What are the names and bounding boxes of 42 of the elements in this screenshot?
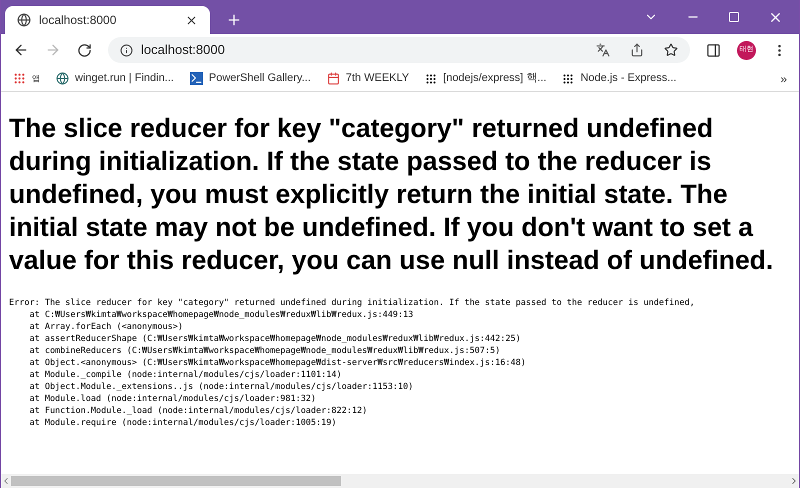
bookmark[interactable]: [nodejs/express] 핵...: [425, 70, 546, 87]
maximize-icon[interactable]: [728, 11, 740, 23]
tab-title: localhost:8000: [39, 12, 118, 29]
globe-icon: [17, 13, 31, 27]
back-icon[interactable]: [13, 42, 29, 58]
stack-trace-line: at Module._compile (node:internal/modules/cjs/loader:1101:14): [28, 369, 342, 381]
terminal-icon: [190, 72, 203, 85]
dots-icon: [562, 72, 574, 84]
stack-trace-line: at combineReducers (C:₩Users₩kimta₩workspace₩homepage₩node_modules₩redux₩lib₩redux.js:507:5): [28, 345, 500, 357]
globe-icon: [56, 72, 69, 85]
bookmark[interactable]: winget.run | Findin...: [56, 70, 174, 87]
apps-icon: [13, 72, 26, 85]
bookmark[interactable]: 앱: [13, 72, 40, 85]
stack-trace-line: at assertReducerShape (C:₩Users₩kimta₩workspace₩homepage₩node_modules₩redux₩lib₩redux.js:442:25): [28, 333, 521, 345]
browser-tab[interactable]: localhost:8000: [5, 6, 210, 34]
info-icon: [120, 44, 133, 56]
star-icon[interactable]: [664, 43, 678, 57]
more-bookmarks[interactable]: »: [780, 70, 787, 88]
calendar-icon: [326, 72, 340, 85]
url-text: localhost:8000: [141, 41, 226, 60]
error-heading: The slice reducer for key "category" returned undefined during initialization. If the state passed to the reducer is undefined, you must explicitly return the initial state. The initial state may not be undefined. If you don't want to set a value for this reducer, you can use null instead of undefined.: [9, 112, 774, 277]
address-bar[interactable]: localhost:8000: [108, 37, 690, 63]
stack-trace-line: at Module.require (node:internal/modules/cjs/loader:1005:19): [28, 417, 337, 429]
stack-trace-line: at Object.Module._extensions..js (node:internal/modules/cjs/loader:1153:10): [28, 381, 414, 393]
bookmark[interactable]: Node.js - Express...: [562, 70, 676, 87]
stack-trace-line: at Object.<anonymous> (C:₩Users₩kimta₩workspace₩homepage₩dist-server₩src₩reducers₩index.js:16:48): [28, 357, 526, 369]
stack-trace-line: at Function.Module._load (node:internal/modules/cjs/loader:822:12): [28, 405, 368, 417]
close-icon[interactable]: [185, 14, 198, 26]
share-icon[interactable]: [630, 43, 644, 57]
bookmark[interactable]: PowerShell Gallery...: [190, 70, 311, 87]
new-tab-icon[interactable]: [226, 12, 242, 28]
stack-trace-line: Error: The slice reducer for key "category" returned undefined during initialization. If the state passed to the reducer is undefined,: [9, 297, 695, 309]
side-panel-icon[interactable]: [706, 42, 721, 58]
scroll-thumb[interactable]: [11, 476, 341, 486]
horizontal-scrollbar[interactable]: [1, 474, 799, 488]
translate-icon[interactable]: [596, 43, 610, 57]
stack-trace-line: at Array.forEach (<anonymous>): [28, 321, 183, 333]
reload-icon[interactable]: [77, 42, 92, 58]
bookmark[interactable]: 7th WEEKLY: [326, 70, 410, 87]
stack-trace-line: at C:₩Users₩kimta₩workspace₩homepage₩node_modules₩redux₩lib₩redux.js:449:13: [28, 309, 414, 321]
dots-icon: [425, 72, 438, 84]
stack-trace-line: at Module.load (node:internal/modules/cjs/loader:981:32): [28, 393, 316, 405]
